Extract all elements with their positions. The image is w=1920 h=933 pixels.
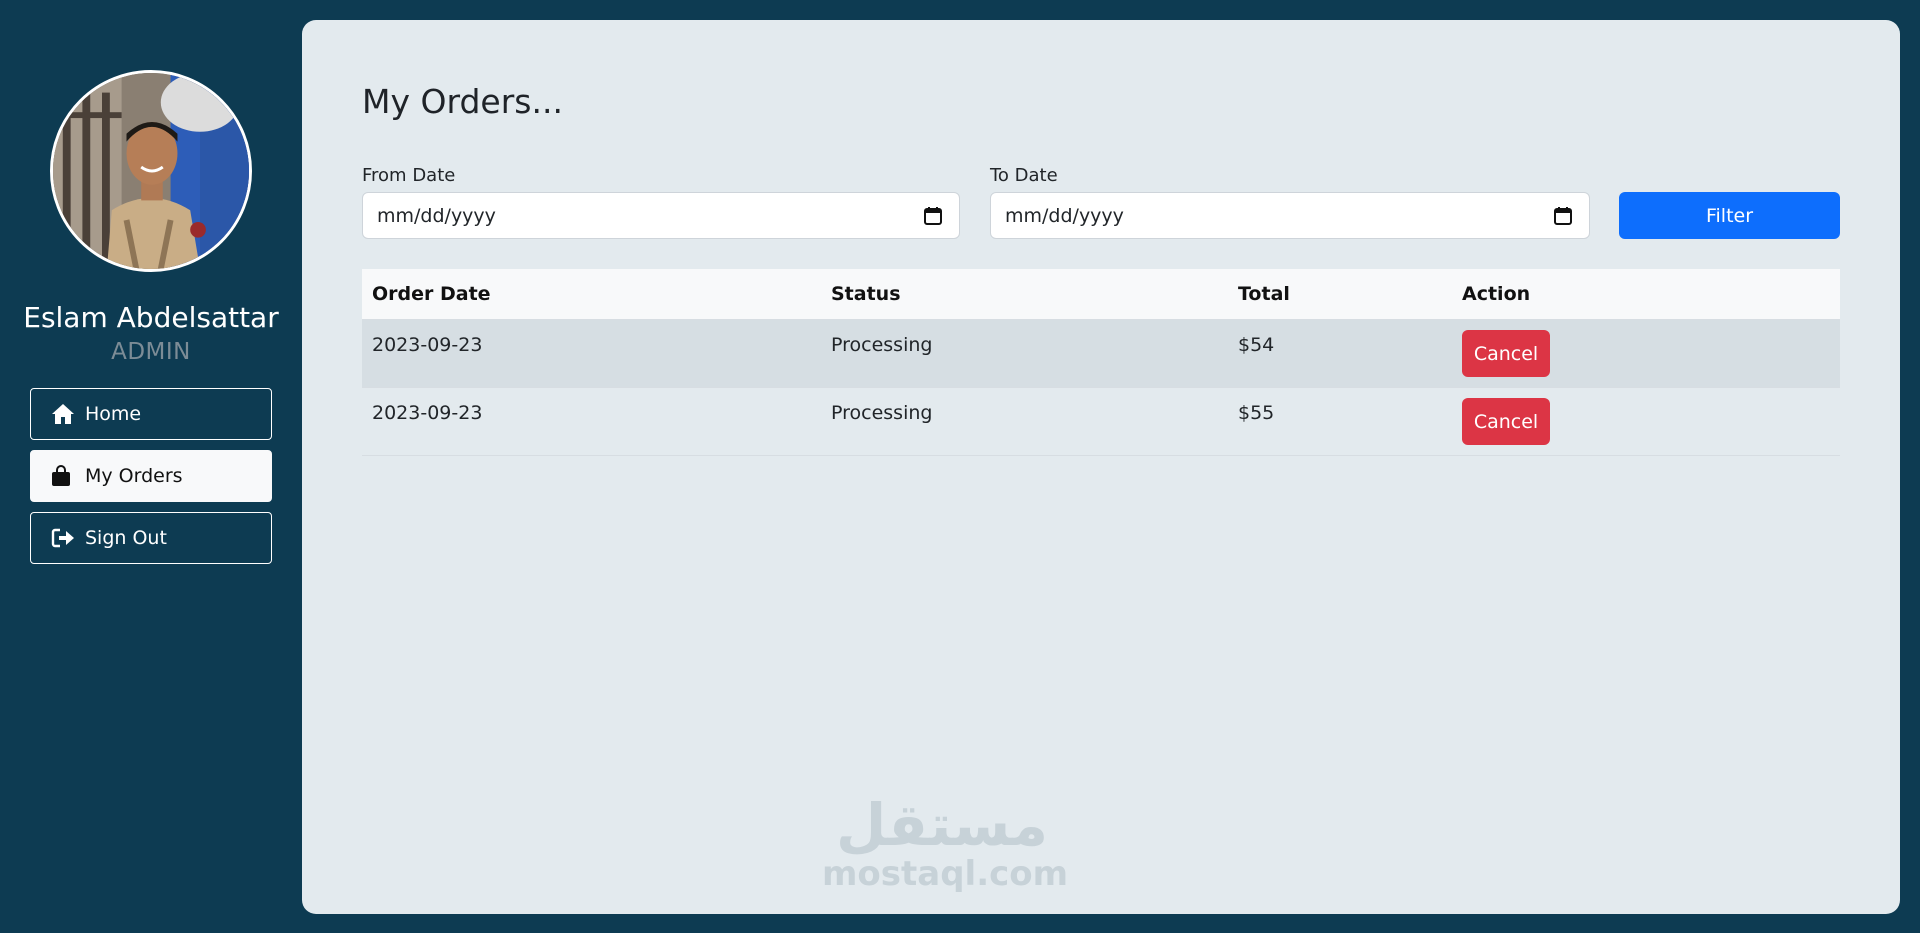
filter-button[interactable]: Filter: [1619, 192, 1840, 239]
table-header-row: Order Date Status Total Action: [362, 269, 1840, 320]
sidebar-item-label: Sign Out: [85, 527, 167, 549]
home-icon: [51, 403, 75, 425]
sidebar: Eslam Abdelsattar ADMIN Home My Orders S…: [0, 0, 302, 933]
order-status-cell: Processing: [831, 402, 933, 424]
column-header-status: Status: [831, 283, 901, 305]
sidebar-item-label: My Orders: [85, 465, 183, 487]
column-header-total: Total: [1238, 283, 1290, 305]
to-date-placeholder: mm/dd/yyyy: [1005, 204, 1124, 227]
watermark-latin: mostaql.com: [822, 854, 1069, 894]
cancel-order-button[interactable]: Cancel: [1462, 398, 1550, 445]
from-date-label: From Date: [362, 165, 456, 186]
order-total-cell: $54: [1238, 334, 1275, 356]
sidebar-item-my-orders[interactable]: My Orders: [30, 450, 272, 502]
from-date-input[interactable]: mm/dd/yyyy: [362, 192, 960, 239]
to-date-input[interactable]: mm/dd/yyyy: [990, 192, 1590, 239]
table-row: 2023-09-23 Processing $54 Cancel: [362, 320, 1840, 388]
column-header-action: Action: [1462, 283, 1531, 305]
page-title: My Orders...: [362, 82, 563, 121]
profile-photo: [53, 73, 249, 269]
main-panel: My Orders... From Date mm/dd/yyyy To Dat…: [302, 20, 1900, 914]
cancel-order-button[interactable]: Cancel: [1462, 330, 1550, 377]
orders-table: Order Date Status Total Action 2023-09-2…: [362, 269, 1840, 456]
from-date-placeholder: mm/dd/yyyy: [377, 204, 496, 227]
to-date-label: To Date: [990, 165, 1058, 186]
table-body: 2023-09-23 Processing $54 Cancel 2023-09…: [362, 320, 1840, 456]
sidebar-item-sign-out[interactable]: Sign Out: [30, 512, 272, 564]
order-total-cell: $55: [1238, 402, 1275, 424]
sidebar-item-label: Home: [85, 403, 142, 425]
watermark: مستقل mostaql.com: [822, 791, 1069, 894]
order-date-cell: 2023-09-23: [372, 334, 483, 356]
user-role: ADMIN: [111, 339, 191, 365]
order-status-cell: Processing: [831, 334, 933, 356]
table-row: 2023-09-23 Processing $55 Cancel: [362, 388, 1840, 456]
order-date-cell: 2023-09-23: [372, 402, 483, 424]
column-header-order-date: Order Date: [372, 283, 491, 305]
watermark-arabic: مستقل: [835, 791, 1049, 859]
shopping-bag-icon: [51, 465, 75, 487]
sidebar-item-home[interactable]: Home: [30, 388, 272, 440]
calendar-icon[interactable]: [1553, 206, 1573, 226]
avatar: [50, 70, 252, 272]
calendar-icon[interactable]: [923, 206, 943, 226]
sign-out-icon: [51, 527, 75, 549]
user-name: Eslam Abdelsattar: [23, 301, 279, 334]
